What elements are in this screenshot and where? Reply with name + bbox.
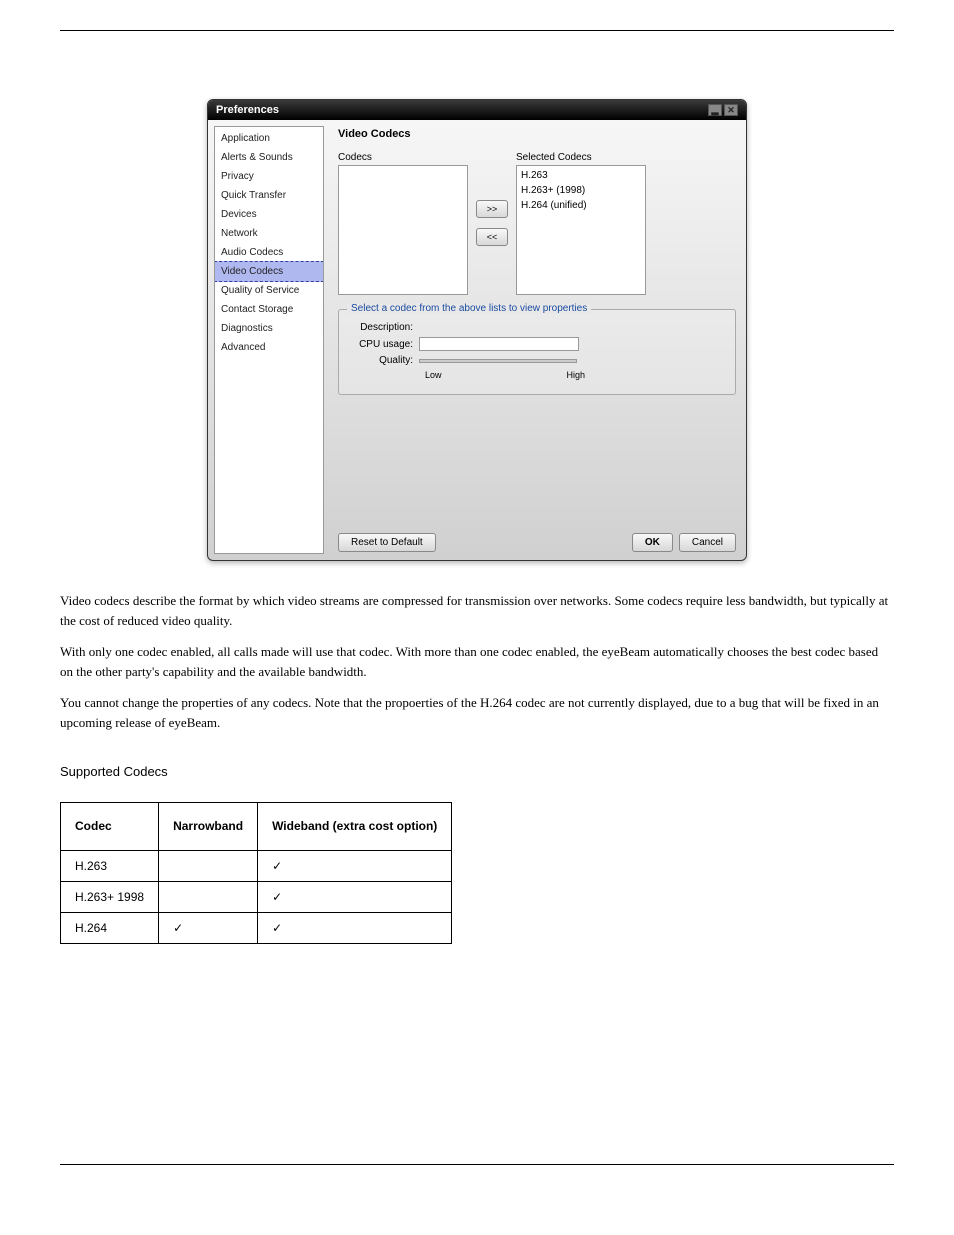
paragraph: With only one codec enabled, all calls m… [60,642,894,681]
slider-low-label: Low [425,370,442,380]
sidebar-item-alerts-sounds[interactable]: Alerts & Sounds [215,148,323,167]
supported-heading: Supported Codecs [60,762,894,782]
reset-button[interactable]: Reset to Default [338,533,436,552]
th-narrowband: Narrowband [159,802,258,850]
cell-wide: ✓ [258,881,452,912]
quality-label: Quality: [349,355,419,366]
table-row: H.263 ✓ [61,850,452,881]
paragraph: You cannot change the properties of any … [60,693,894,732]
sidebar-item-devices[interactable]: Devices [215,205,323,224]
cpu-usage-label: CPU usage: [349,339,419,350]
sidebar-item-audio-codecs[interactable]: Audio Codecs [215,243,323,262]
cell-narrow [159,850,258,881]
codec-item[interactable]: H.264 (unified) [521,198,641,213]
content-panel: Video Codecs Codecs >> << Selected Codec… [328,120,746,560]
minimize-button[interactable]: ▂ [708,104,722,116]
quality-slider[interactable] [419,359,577,363]
section-title: Video Codecs [338,128,736,140]
codecs-label: Codecs [338,152,468,163]
sidebar-item-quick-transfer[interactable]: Quick Transfer [215,186,323,205]
slider-high-label: High [566,370,585,380]
move-right-button[interactable]: >> [476,200,508,218]
available-codecs-list[interactable] [338,165,468,295]
ok-button[interactable]: OK [632,533,673,552]
sidebar-item-contact-storage[interactable]: Contact Storage [215,300,323,319]
cell-codec: H.264 [61,912,159,943]
groupbox-legend: Select a codec from the above lists to v… [347,303,591,314]
titlebar: Preferences ▂ ✕ [208,100,746,120]
paragraph: Video codecs describe the format by whic… [60,591,894,630]
codec-item[interactable]: H.263+ (1998) [521,183,641,198]
sidebar-item-application[interactable]: Application [215,129,323,148]
cpu-usage-field [419,337,579,351]
sidebar-item-network[interactable]: Network [215,224,323,243]
cell-narrow [159,881,258,912]
selected-codecs-label: Selected Codecs [516,152,646,163]
th-wideband: Wideband (extra cost option) [258,802,452,850]
body-text: Video codecs describe the format by whic… [60,591,894,782]
cell-wide: ✓ [258,850,452,881]
th-codec: Codec [61,802,159,850]
sidebar-item-diagnostics[interactable]: Diagnostics [215,319,323,338]
table-row: H.263+ 1998 ✓ [61,881,452,912]
cell-codec: H.263 [61,850,159,881]
selected-codecs-list[interactable]: H.263 H.263+ (1998) H.264 (unified) [516,165,646,295]
cell-codec: H.263+ 1998 [61,881,159,912]
properties-groupbox: Select a codec from the above lists to v… [338,309,736,395]
move-left-button[interactable]: << [476,228,508,246]
preferences-window: Preferences ▂ ✕ Application Alerts & Sou… [207,99,747,561]
sidebar-item-privacy[interactable]: Privacy [215,167,323,186]
sidebar-item-advanced[interactable]: Advanced [215,338,323,357]
cell-narrow: ✓ [159,912,258,943]
close-button[interactable]: ✕ [724,104,738,116]
sidebar: Application Alerts & Sounds Privacy Quic… [214,126,324,554]
codec-support-table: Codec Narrowband Wideband (extra cost op… [60,802,452,944]
codec-item[interactable]: H.263 [521,168,641,183]
cell-wide: ✓ [258,912,452,943]
cancel-button[interactable]: Cancel [679,533,736,552]
sidebar-item-video-codecs[interactable]: Video Codecs [214,261,324,282]
window-title: Preferences [216,104,279,116]
description-label: Description: [349,322,419,333]
table-row: H.264 ✓ ✓ [61,912,452,943]
sidebar-item-qos[interactable]: Quality of Service [215,281,323,300]
